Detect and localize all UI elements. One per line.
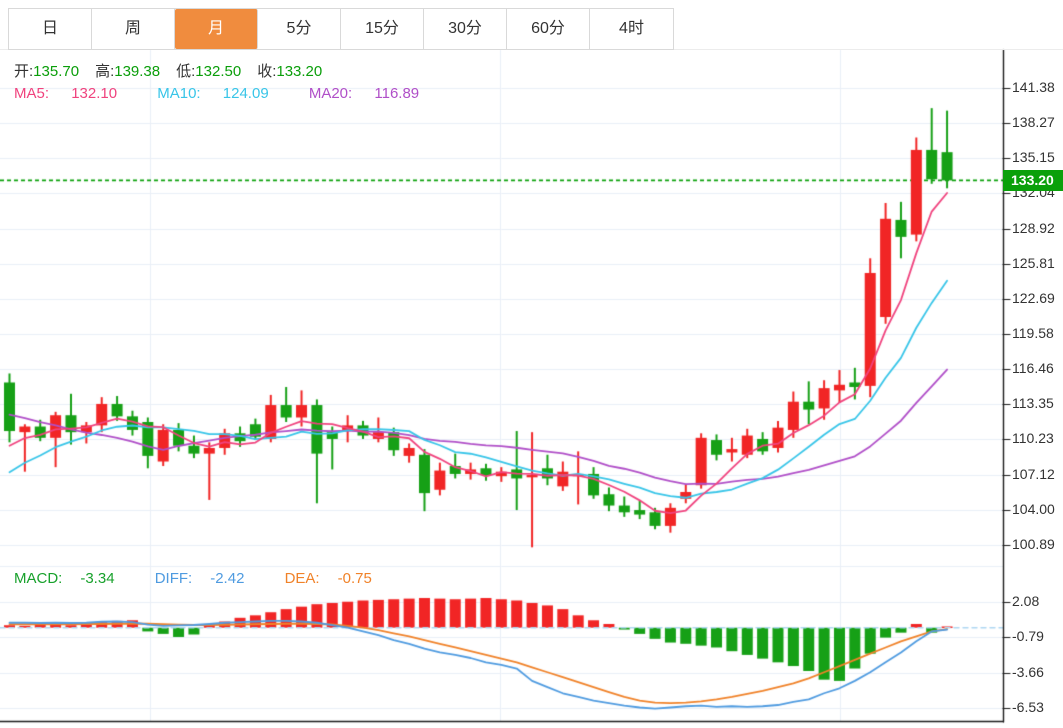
- macd-axis-label: -3.66: [1012, 664, 1044, 680]
- macd-axis-label: -0.79: [1012, 628, 1044, 644]
- low-value: 132.50: [195, 63, 241, 80]
- price-axis-label: 104.00: [1012, 501, 1055, 517]
- price-axis-label: 113.35: [1012, 395, 1054, 411]
- ma20-value: MA20: 116.89: [309, 85, 437, 102]
- macd-row: MACD:-3.34 DIFF:-2.42 DEA:-0.75: [14, 570, 408, 587]
- tab-week[interactable]: 周: [92, 9, 175, 49]
- macd-axis-label: -6.53: [1012, 699, 1044, 715]
- open-value: 135.70: [33, 63, 79, 80]
- open-label: 开:: [14, 63, 33, 80]
- ma10-value: MA10: 124.09: [157, 85, 286, 102]
- price-axis-label: 128.92: [1012, 220, 1055, 236]
- price-axis-label: 135.15: [1012, 149, 1055, 165]
- tab-60min[interactable]: 60分: [507, 9, 590, 49]
- diff-value: DIFF:-2.42: [155, 570, 263, 587]
- tab-5min[interactable]: 5分: [258, 9, 341, 49]
- tab-30min[interactable]: 30分: [424, 9, 507, 49]
- price-axis-label: 125.81: [1012, 255, 1055, 271]
- price-axis-label: 138.27: [1012, 114, 1055, 130]
- current-price-badge: 133.20: [1003, 170, 1063, 191]
- high-value: 139.38: [114, 63, 160, 80]
- high-label: 高:: [95, 63, 114, 80]
- tab-15min[interactable]: 15分: [341, 9, 424, 49]
- price-axis-label: 119.58: [1012, 325, 1054, 341]
- chart-canvas[interactable]: [0, 0, 1063, 728]
- ohlc-row: 开:135.70 高:139.38 低:132.50 收:133.20: [14, 60, 338, 81]
- tab-month[interactable]: 月: [175, 9, 258, 49]
- price-axis-label: 141.38: [1012, 79, 1055, 95]
- price-axis-label: 110.23: [1012, 430, 1054, 446]
- close-label: 收:: [257, 63, 276, 80]
- price-axis-label: 122.69: [1012, 290, 1055, 306]
- tab-bar: 日 周 月 5分 15分 30分 60分 4时: [8, 8, 674, 50]
- macd-value: MACD:-3.34: [14, 570, 133, 587]
- close-value: 133.20: [276, 63, 322, 80]
- tab-day[interactable]: 日: [9, 9, 92, 49]
- price-axis-label: 100.89: [1012, 536, 1055, 552]
- price-axis-label: 107.12: [1012, 466, 1055, 482]
- ma5-value: MA5: 132.10: [14, 85, 135, 102]
- dea-value: DEA:-0.75: [285, 570, 390, 587]
- ma-row: MA5: 132.10 MA10: 124.09 MA20: 116.89: [14, 85, 455, 102]
- low-label: 低:: [176, 63, 195, 80]
- price-axis-label: 116.46: [1012, 360, 1054, 376]
- macd-axis-label: 2.08: [1012, 593, 1039, 609]
- tab-4hour[interactable]: 4时: [590, 9, 673, 49]
